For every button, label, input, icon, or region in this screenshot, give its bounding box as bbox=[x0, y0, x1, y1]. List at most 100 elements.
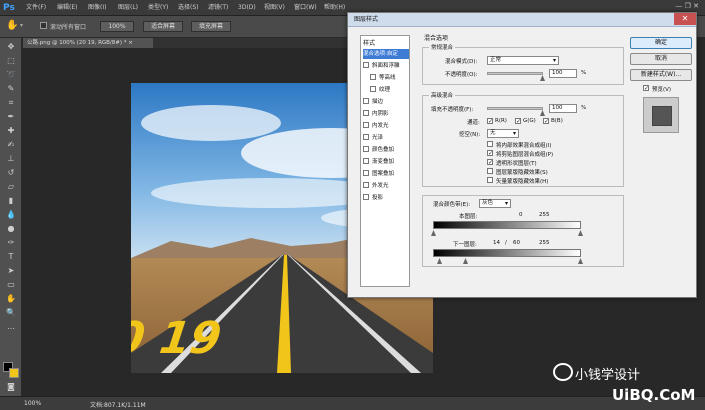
style-item-checkbox[interactable] bbox=[363, 122, 369, 128]
style-item[interactable]: 投影 bbox=[363, 193, 409, 203]
preview-label: 预览(V) bbox=[652, 87, 672, 93]
healing-tool-icon[interactable]: ✚ bbox=[6, 126, 16, 136]
zoom-100-button[interactable]: 100% bbox=[100, 21, 134, 32]
opacity-input[interactable]: 100 bbox=[549, 69, 577, 78]
advanced-option-checkbox[interactable]: ✓ bbox=[487, 150, 493, 157]
document-info[interactable]: 文档:807.1K/1.11M bbox=[90, 400, 146, 409]
opacity-slider[interactable] bbox=[487, 72, 543, 75]
this-layer-black-handle[interactable] bbox=[431, 230, 436, 236]
preview-checkbox[interactable]: ✓ bbox=[643, 85, 649, 92]
underlying-black-handle-left[interactable] bbox=[437, 258, 442, 264]
marquee-tool-icon[interactable]: ⬚ bbox=[6, 56, 16, 66]
underlying-layer-gradient[interactable] bbox=[433, 249, 581, 257]
style-item[interactable]: 颜色叠加 bbox=[363, 145, 409, 155]
pen-tool-icon[interactable]: ✑ bbox=[6, 238, 16, 248]
blur-tool-icon[interactable]: 💧 bbox=[6, 210, 16, 220]
fill-opacity-slider[interactable] bbox=[487, 107, 543, 110]
style-item-checkbox[interactable] bbox=[370, 86, 376, 92]
this-layer-gradient[interactable] bbox=[433, 221, 581, 229]
style-item-checkbox[interactable] bbox=[363, 194, 369, 200]
style-item-checkbox[interactable] bbox=[363, 134, 369, 140]
menu-help[interactable]: 帮助(H) bbox=[324, 4, 345, 12]
blend-if-select[interactable]: 灰色 bbox=[479, 199, 511, 208]
quick-mask-icon[interactable]: ◙ bbox=[6, 382, 16, 392]
menu-view[interactable]: 视图(V) bbox=[264, 4, 285, 12]
style-item[interactable]: 斜面和浮雕 bbox=[363, 61, 409, 71]
fill-screen-button[interactable]: 填充屏幕 bbox=[191, 21, 231, 32]
background-color-swatch[interactable] bbox=[9, 368, 19, 378]
this-layer-white-handle[interactable] bbox=[578, 230, 583, 236]
cancel-button[interactable]: 取消 bbox=[630, 53, 692, 65]
brush-tool-icon[interactable]: ✍ bbox=[6, 140, 16, 150]
channel-g-checkbox[interactable]: ✓ bbox=[515, 118, 521, 125]
style-item[interactable]: 等高线 bbox=[370, 73, 416, 83]
channel-b-checkbox[interactable]: ✓ bbox=[543, 118, 549, 125]
window-controls[interactable]: — ❐ ✕ bbox=[675, 2, 699, 10]
path-select-tool-icon[interactable]: ➤ bbox=[6, 266, 16, 276]
eyedropper-tool-icon[interactable]: ✒ bbox=[6, 112, 16, 122]
advanced-option-label: 图层蒙版隐藏效果(S) bbox=[496, 170, 548, 176]
stamp-tool-icon[interactable]: ⊥ bbox=[6, 154, 16, 164]
ok-button[interactable]: 确定 bbox=[630, 37, 692, 49]
style-item[interactable]: 内发光 bbox=[363, 121, 409, 131]
style-item[interactable]: 图案叠加 bbox=[363, 169, 409, 179]
fill-opacity-input[interactable]: 100 bbox=[549, 104, 577, 113]
tool-preset-chevron-icon[interactable]: ▾ bbox=[20, 22, 23, 29]
style-item[interactable]: 渐变叠加 bbox=[363, 157, 409, 167]
style-item[interactable]: 内阴影 bbox=[363, 109, 409, 119]
menu-select[interactable]: 选择(S) bbox=[178, 4, 199, 12]
lasso-tool-icon[interactable]: ➰ bbox=[6, 70, 16, 80]
style-item-checkbox[interactable] bbox=[363, 146, 369, 152]
style-item[interactable]: 混合选项:自定 bbox=[363, 49, 409, 59]
advanced-option-checkbox[interactable] bbox=[487, 177, 493, 183]
menu-filter[interactable]: 滤镜(T) bbox=[208, 4, 228, 12]
history-brush-tool-icon[interactable]: ↺ bbox=[6, 168, 16, 178]
menu-image[interactable]: 图像(I) bbox=[88, 4, 106, 12]
gradient-tool-icon[interactable]: ▮ bbox=[6, 196, 16, 206]
new-style-button[interactable]: 新建样式(W)... bbox=[630, 69, 692, 81]
style-item-checkbox[interactable] bbox=[363, 62, 369, 68]
styles-header[interactable]: 样式 bbox=[363, 38, 375, 47]
style-item[interactable]: 外发光 bbox=[363, 181, 409, 191]
shape-tool-icon[interactable]: ▭ bbox=[6, 280, 16, 290]
knockout-select[interactable]: 无 bbox=[487, 129, 519, 138]
menu-layer[interactable]: 图层(L) bbox=[118, 4, 138, 12]
style-item-checkbox[interactable] bbox=[363, 110, 369, 116]
advanced-option-checkbox[interactable] bbox=[487, 168, 493, 174]
style-item[interactable]: 光泽 bbox=[363, 133, 409, 143]
more-tools-icon[interactable]: … bbox=[6, 322, 16, 332]
style-item-checkbox[interactable] bbox=[363, 158, 369, 164]
scroll-all-checkbox[interactable] bbox=[40, 22, 47, 29]
zoom-level[interactable]: 100% bbox=[24, 400, 41, 407]
style-item-checkbox[interactable] bbox=[363, 98, 369, 104]
dodge-tool-icon[interactable]: ● bbox=[6, 224, 16, 234]
underlying-black-handle-right[interactable] bbox=[463, 258, 468, 264]
quick-select-tool-icon[interactable]: ✎ bbox=[6, 84, 16, 94]
eraser-tool-icon[interactable]: ▱ bbox=[6, 182, 16, 192]
style-item-checkbox[interactable] bbox=[370, 74, 376, 80]
close-button[interactable]: ✕ bbox=[674, 13, 696, 25]
fit-screen-button[interactable]: 适合屏幕 bbox=[143, 21, 183, 32]
menu-type[interactable]: 类型(Y) bbox=[148, 4, 168, 12]
advanced-option-checkbox[interactable]: ✓ bbox=[487, 159, 493, 166]
blend-mode-select[interactable]: 正常 bbox=[487, 56, 559, 65]
document-tab[interactable]: 公路.png @ 100% (20 19, RGB/8#) * × bbox=[23, 38, 153, 48]
fill-opacity-slider-handle[interactable] bbox=[540, 110, 545, 116]
advanced-option-checkbox[interactable] bbox=[487, 141, 493, 147]
style-item[interactable]: 描边 bbox=[363, 97, 409, 107]
style-item[interactable]: 纹理 bbox=[370, 85, 416, 95]
style-item-checkbox[interactable] bbox=[363, 182, 369, 188]
menu-3d[interactable]: 3D(D) bbox=[238, 4, 256, 12]
crop-tool-icon[interactable]: ⌗ bbox=[6, 98, 16, 108]
opacity-slider-handle[interactable] bbox=[540, 75, 545, 81]
zoom-tool-icon[interactable]: 🔍 bbox=[6, 308, 16, 318]
hand-tool-icon[interactable]: ✋ bbox=[6, 294, 16, 304]
type-tool-icon[interactable]: T bbox=[6, 252, 16, 262]
move-tool-icon[interactable]: ✥ bbox=[6, 42, 16, 52]
menu-file[interactable]: 文件(F) bbox=[26, 4, 46, 12]
underlying-white-handle[interactable] bbox=[578, 258, 583, 264]
menu-window[interactable]: 窗口(W) bbox=[294, 4, 317, 12]
menu-edit[interactable]: 编辑(E) bbox=[57, 4, 77, 12]
style-item-checkbox[interactable] bbox=[363, 170, 369, 176]
channel-r-checkbox[interactable]: ✓ bbox=[487, 118, 493, 125]
